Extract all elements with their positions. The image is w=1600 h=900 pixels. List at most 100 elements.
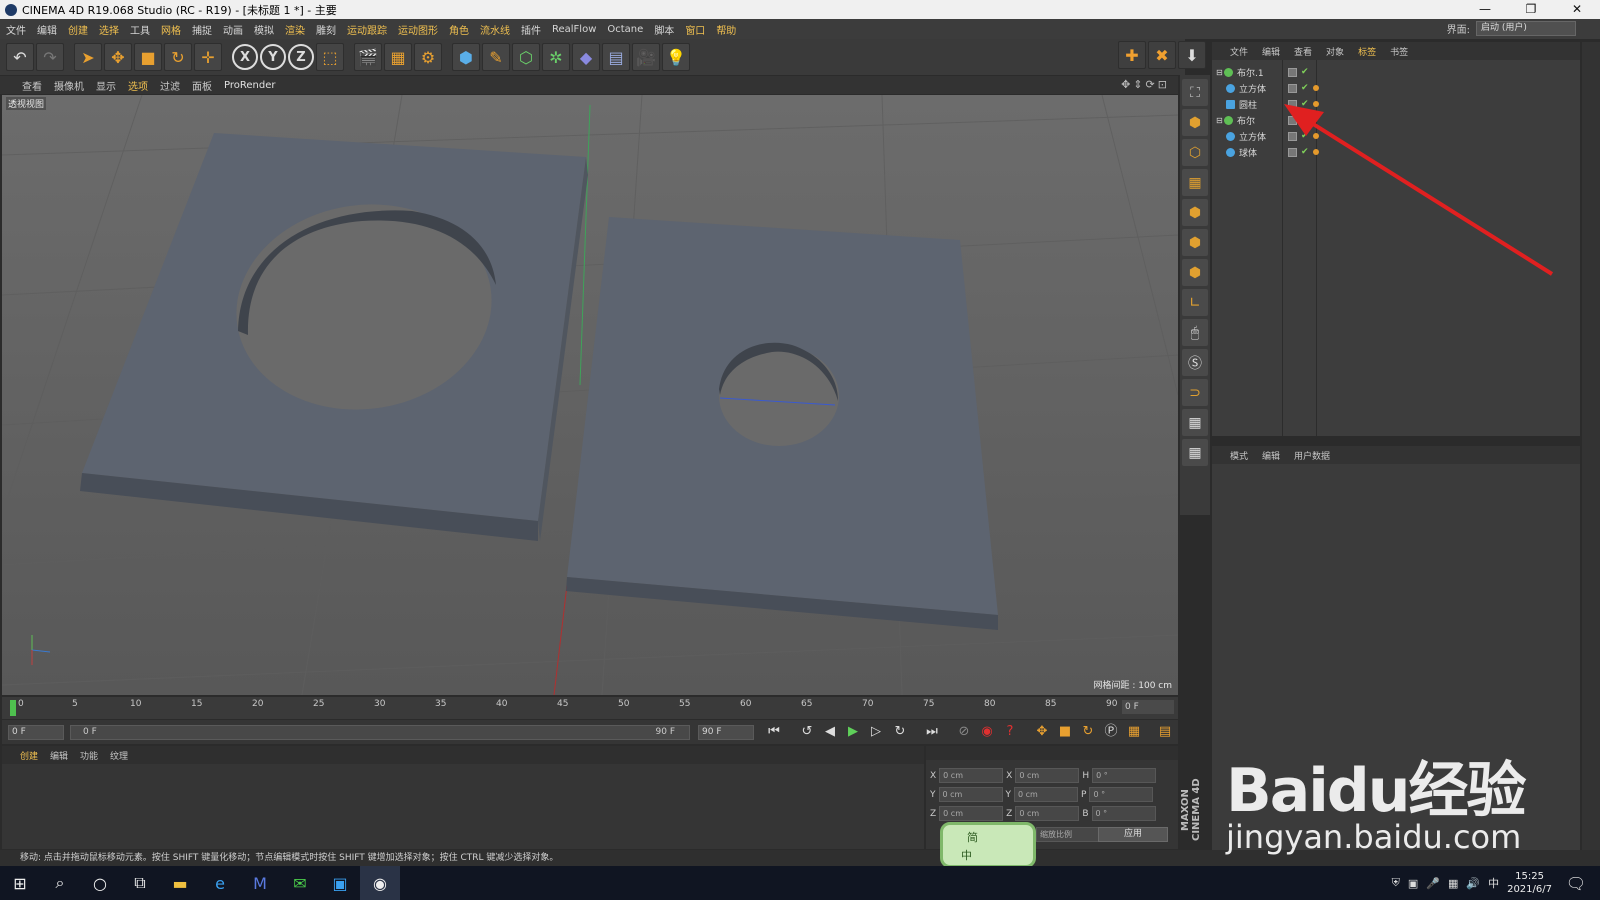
menu-script[interactable]: 脚本 — [654, 22, 674, 37]
planar-workplane-icon[interactable]: ▦ — [1182, 439, 1208, 466]
z-axis-lock-icon[interactable]: Z — [288, 44, 314, 70]
network-icon[interactable]: ▦ — [1448, 877, 1458, 890]
previous-frame-icon[interactable]: ◀ — [820, 723, 840, 741]
position-y-field[interactable]: 0 cm — [938, 787, 1003, 802]
attr-menu-edit[interactable]: 编辑 — [1262, 449, 1280, 462]
objmgr-menu-objects[interactable]: 对象 — [1326, 45, 1344, 58]
menu-render[interactable]: 渲染 — [285, 22, 305, 37]
tweak-mode-icon[interactable]: 🖱 — [1182, 319, 1208, 346]
timeline-ruler[interactable]: 0 5 10 15 20 25 30 35 40 45 50 55 60 65 … — [2, 697, 1178, 719]
notification-center-icon[interactable]: 🗨 — [1556, 866, 1596, 900]
viewport-menu-options[interactable]: 选项 — [128, 78, 148, 93]
undo-icon[interactable]: ↶ — [6, 43, 34, 71]
magnet-icon[interactable]: ⊃ — [1182, 379, 1208, 406]
autokey-icon[interactable]: ? — [1000, 723, 1020, 741]
viewport-menu-filter[interactable]: 过滤 — [160, 78, 180, 93]
playhead-marker[interactable] — [10, 700, 16, 716]
render-to-picture-viewer-icon[interactable]: ▦ — [384, 43, 412, 71]
ime-lang-indicator[interactable]: 中 — [1488, 875, 1499, 891]
start-windows-icon[interactable]: ⊞ — [0, 866, 40, 900]
manager-side-tabs[interactable] — [1582, 42, 1600, 866]
material-menu-edit[interactable]: 编辑 — [50, 749, 68, 762]
scale-tool-icon[interactable]: ■ — [134, 43, 162, 71]
camera-icon[interactable]: 🎥 — [632, 43, 660, 71]
floor-environment-icon[interactable]: ▤ — [602, 43, 630, 71]
menu-simulate[interactable]: 模拟 — [254, 22, 274, 37]
size-z-field[interactable]: 0 cm — [1015, 806, 1080, 821]
objmgr-menu-edit[interactable]: 编辑 — [1262, 45, 1280, 58]
make-editable-icon[interactable]: ⬢ — [1182, 109, 1208, 136]
app-m-icon[interactable]: M — [240, 866, 280, 900]
menu-window[interactable]: 窗口 — [685, 22, 705, 37]
next-frame-icon[interactable]: ▷ — [866, 723, 886, 741]
frame-range-slider[interactable]: 0 F 90 F — [70, 725, 690, 740]
menu-help[interactable]: 帮助 — [716, 22, 736, 37]
store-icon[interactable]: ▣ — [320, 866, 360, 900]
key-scale-icon[interactable]: ■ — [1055, 723, 1075, 741]
rotation-p-field[interactable]: 0 ° — [1089, 787, 1154, 802]
position-z-field[interactable]: 0 cm — [939, 806, 1004, 821]
menu-sculpt[interactable]: 雕刻 — [316, 22, 336, 37]
volume-icon[interactable]: 🔊 — [1466, 877, 1480, 890]
cortana-icon[interactable]: ○ — [80, 866, 120, 900]
menu-pipeline[interactable]: 流水线 — [480, 22, 510, 37]
maximize-button[interactable]: ❐ — [1508, 0, 1554, 19]
record-keys-disabled-icon[interactable]: ⊘ — [954, 723, 974, 741]
menu-mograph[interactable]: 运动图形 — [398, 22, 438, 37]
cinema4d-taskbar-icon[interactable]: ◉ — [360, 866, 400, 900]
interface-layout-dropdown[interactable]: 启动 (用户) — [1476, 21, 1576, 36]
file-explorer-icon[interactable]: ▬ — [160, 866, 200, 900]
viewport-menu-view[interactable]: 查看 — [22, 78, 42, 93]
material-menu-texture[interactable]: 纹理 — [110, 749, 128, 762]
visibility-toggle[interactable] — [1288, 67, 1297, 77]
size-y-field[interactable]: 0 cm — [1014, 787, 1078, 802]
texture-mode-icon[interactable]: ⬡ — [1182, 139, 1208, 166]
coordinate-system-icon[interactable]: ⬚ — [316, 43, 344, 71]
apply-button[interactable]: 应用 — [1098, 827, 1168, 842]
end-frame-field[interactable]: 90 F — [698, 725, 754, 740]
task-view-icon[interactable]: ⧉ — [120, 866, 160, 900]
shield-icon[interactable]: ⛨ — [1392, 876, 1400, 890]
wechat-icon[interactable]: ✉ — [280, 866, 320, 900]
add-icon[interactable]: ✚ — [1118, 41, 1146, 69]
key-position-icon[interactable]: ✥ — [1032, 723, 1052, 741]
tree-row[interactable]: ⊟ 布尔.1 ✔ — [1212, 64, 1580, 80]
menu-tools[interactable]: 工具 — [130, 22, 150, 37]
move-tool-icon[interactable]: ✥ — [104, 43, 132, 71]
timeline-window-icon[interactable]: ▤ — [1155, 723, 1175, 741]
menu-realflow[interactable]: RealFlow — [552, 24, 596, 35]
key-parameter-icon[interactable]: Ⓟ — [1101, 723, 1121, 741]
objmgr-menu-file[interactable]: 文件 — [1230, 45, 1248, 58]
next-key-icon[interactable]: ↻ — [890, 723, 910, 741]
cube-object-icon[interactable]: ⬢ — [452, 43, 480, 71]
rotation-h-field[interactable]: 0 ° — [1092, 768, 1157, 783]
snap-icon[interactable]: ✖ — [1148, 41, 1176, 69]
array-generator-icon[interactable]: ✲ — [542, 43, 570, 71]
play-icon[interactable]: ▶ — [843, 723, 863, 741]
material-menu-function[interactable]: 功能 — [80, 749, 98, 762]
goto-end-icon[interactable]: ⏭ — [922, 723, 942, 741]
edge-browser-icon[interactable]: e — [200, 866, 240, 900]
current-frame-field[interactable]: 0 F — [1122, 700, 1174, 714]
workplane-icon[interactable]: ▦ — [1182, 169, 1208, 196]
close-button[interactable]: ✕ — [1554, 0, 1600, 19]
snap-s-icon[interactable]: Ⓢ — [1182, 349, 1208, 376]
start-frame-field[interactable]: 0 F — [8, 725, 64, 740]
menu-edit[interactable]: 编辑 — [37, 22, 57, 37]
menu-select[interactable]: 选择 — [99, 22, 119, 37]
viewport-solo-icon[interactable]: ⛶ — [1182, 79, 1208, 106]
light-icon[interactable]: 💡 — [662, 43, 690, 71]
menu-character[interactable]: 角色 — [449, 22, 469, 37]
menu-octane[interactable]: Octane — [607, 24, 643, 35]
download-arrow-icon[interactable]: ⬇ — [1178, 41, 1206, 69]
render-settings-icon[interactable]: ⚙ — [414, 43, 442, 71]
objmgr-menu-view[interactable]: 查看 — [1294, 45, 1312, 58]
key-pla-icon[interactable]: ▦ — [1124, 723, 1144, 741]
lock-workplane-icon[interactable]: ▦ — [1182, 409, 1208, 436]
tray-app-icon[interactable]: ▣ — [1408, 877, 1418, 890]
goto-start-icon[interactable]: ⏮ — [764, 723, 784, 741]
axis-mode-icon[interactable]: ∟ — [1182, 289, 1208, 316]
redo-icon[interactable]: ↷ — [36, 43, 64, 71]
menu-plugins[interactable]: 插件 — [521, 22, 541, 37]
menu-file[interactable]: 文件 — [6, 22, 26, 37]
